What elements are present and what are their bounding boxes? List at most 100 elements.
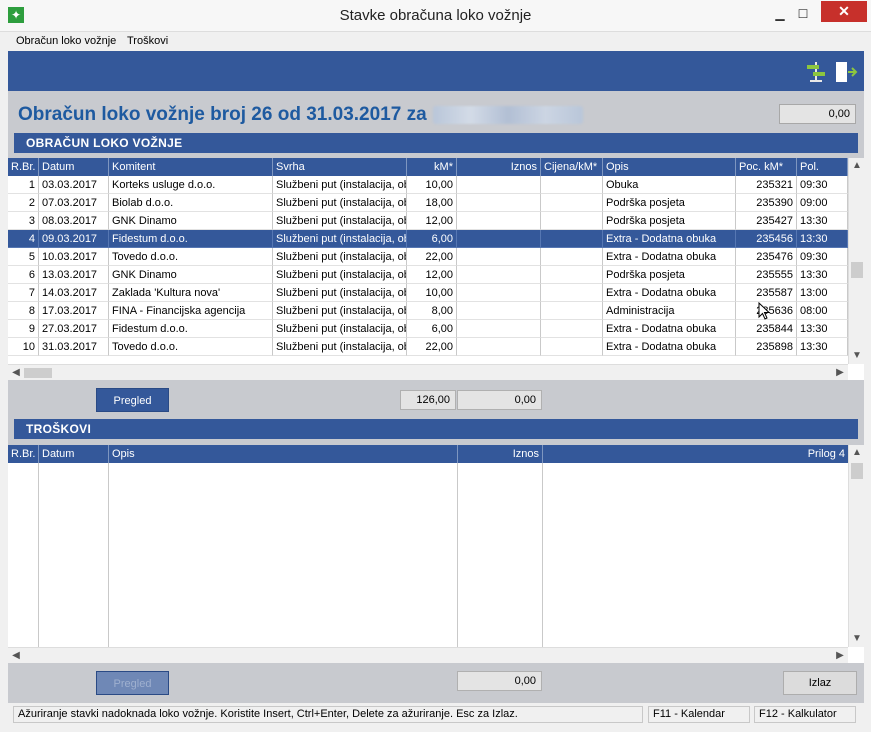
- status-f12[interactable]: F12 - Kalkulator: [754, 706, 856, 723]
- cell-cijena[interactable]: [541, 176, 603, 194]
- cell-opis[interactable]: Extra - Dodatna obuka: [603, 284, 736, 302]
- cell-iznos[interactable]: [457, 248, 541, 266]
- cell-rbr[interactable]: 5: [8, 248, 39, 266]
- cell-datum[interactable]: 07.03.2017: [39, 194, 109, 212]
- troskovi-hscroll[interactable]: ◀ ▶: [8, 647, 848, 663]
- cell-cijena[interactable]: [541, 284, 603, 302]
- maximize-icon[interactable]: ☐: [793, 4, 813, 24]
- table-row[interactable]: 2 07.03.2017 Biolab d.o.o. Službeni put (in…: [8, 194, 848, 212]
- cell-svrha[interactable]: Službeni put (instalacija, obu: [273, 176, 407, 194]
- table-row[interactable]: 10 31.03.2017 Tovedo d.o.o. Službeni put (i…: [8, 338, 848, 356]
- cell-svrha[interactable]: Službeni put (instalacija, obu: [273, 248, 407, 266]
- cell-rbr[interactable]: 10: [8, 338, 39, 356]
- cell-svrha[interactable]: Službeni put (instalacija, obu: [273, 302, 407, 320]
- cell-iznos[interactable]: [457, 212, 541, 230]
- col2-iznos[interactable]: Iznos: [458, 445, 543, 463]
- cell-komitent[interactable]: Fidestum d.o.o.: [109, 320, 273, 338]
- cell-rbr[interactable]: 6: [8, 266, 39, 284]
- cell-rbr[interactable]: 9: [8, 320, 39, 338]
- pregled-troskovi-button[interactable]: Pregled: [96, 671, 169, 695]
- col-iznos[interactable]: Iznos: [457, 158, 541, 176]
- cell-km[interactable]: 8,00: [407, 302, 457, 320]
- scroll-up-icon[interactable]: ▲: [849, 158, 864, 174]
- cell-svrha[interactable]: Službeni put (instalacija, obu: [273, 266, 407, 284]
- cell-iznos[interactable]: [457, 320, 541, 338]
- col-rbr[interactable]: R.Br.: [8, 158, 39, 176]
- minimize-icon[interactable]: ▁: [770, 4, 790, 24]
- table-row[interactable]: 7 14.03.2017 Zaklada 'Kultura nova' Služben…: [8, 284, 848, 302]
- cell-poc-km[interactable]: 235898: [736, 338, 797, 356]
- obracun-hscroll-thumb[interactable]: [24, 368, 52, 378]
- cell-datum[interactable]: 27.03.2017: [39, 320, 109, 338]
- cell-datum[interactable]: 10.03.2017: [39, 248, 109, 266]
- cell-poc-km[interactable]: 235456: [736, 230, 797, 248]
- cell-pol[interactable]: 13:30: [797, 338, 848, 356]
- cell-cijena[interactable]: [541, 212, 603, 230]
- cell-rbr[interactable]: 2: [8, 194, 39, 212]
- cell-datum[interactable]: 31.03.2017: [39, 338, 109, 356]
- cell-poc-km[interactable]: 235844: [736, 320, 797, 338]
- cell-pol[interactable]: 08:00: [797, 302, 848, 320]
- cell-pol[interactable]: 09:00: [797, 194, 848, 212]
- troskovi-vscroll[interactable]: ▲ ▼: [848, 445, 864, 647]
- scroll-right-icon[interactable]: ▶: [832, 365, 848, 380]
- cell-opis[interactable]: Extra - Dodatna obuka: [603, 248, 736, 266]
- obracun-hscroll[interactable]: ◀ ▶: [8, 364, 848, 380]
- col-poc-km[interactable]: Poc. kM*: [736, 158, 797, 176]
- cell-opis[interactable]: Extra - Dodatna obuka: [603, 338, 736, 356]
- table-row[interactable]: 1 03.03.2017 Korteks usluge d.o.o. Službeni…: [8, 176, 848, 194]
- cell-km[interactable]: 6,00: [407, 320, 457, 338]
- cell-datum[interactable]: 17.03.2017: [39, 302, 109, 320]
- table-row[interactable]: 8 17.03.2017 FINA - Financijska agencija Sl…: [8, 302, 848, 320]
- cell-komitent[interactable]: GNK Dinamo: [109, 266, 273, 284]
- col2-prilog[interactable]: Prilog 4: [543, 445, 848, 463]
- cell-cijena[interactable]: [541, 320, 603, 338]
- scroll-right-icon[interactable]: ▶: [832, 648, 848, 663]
- cell-pol[interactable]: 13:30: [797, 320, 848, 338]
- cell-km[interactable]: 10,00: [407, 284, 457, 302]
- cell-svrha[interactable]: Službeni put (instalacija, obu: [273, 230, 407, 248]
- cell-opis[interactable]: Extra - Dodatna obuka: [603, 230, 736, 248]
- cell-cijena[interactable]: [541, 338, 603, 356]
- col-opis[interactable]: Opis: [603, 158, 736, 176]
- menu-obracun[interactable]: Obračun loko vožnje: [16, 35, 116, 47]
- troskovi-grid[interactable]: R.Br. Datum Opis Iznos Prilog 4 ▲ ▼ ◀ ▶: [8, 445, 864, 663]
- cell-cijena[interactable]: [541, 230, 603, 248]
- cell-iznos[interactable]: [457, 302, 541, 320]
- col-svrha[interactable]: Svrha: [273, 158, 407, 176]
- col2-datum[interactable]: Datum: [39, 445, 109, 463]
- cell-svrha[interactable]: Službeni put (instalacija, obu: [273, 320, 407, 338]
- cell-iznos[interactable]: [457, 284, 541, 302]
- cell-komitent[interactable]: Zaklada 'Kultura nova': [109, 284, 273, 302]
- cell-km[interactable]: 10,00: [407, 176, 457, 194]
- cell-pol[interactable]: 09:30: [797, 176, 848, 194]
- cell-cijena[interactable]: [541, 194, 603, 212]
- cell-poc-km[interactable]: 235427: [736, 212, 797, 230]
- cell-opis[interactable]: Administracija: [603, 302, 736, 320]
- cell-opis[interactable]: Podrška posjeta: [603, 266, 736, 284]
- cell-rbr[interactable]: 4: [8, 230, 39, 248]
- menu-troskovi[interactable]: Troškovi: [127, 35, 168, 47]
- cell-iznos[interactable]: [457, 176, 541, 194]
- table-row[interactable]: 4 09.03.2017 Fidestum d.o.o. Službeni put (…: [8, 230, 848, 248]
- col2-rbr[interactable]: R.Br.: [8, 445, 39, 463]
- close-icon[interactable]: ✕: [821, 1, 867, 22]
- pregled-button[interactable]: Pregled: [96, 388, 169, 412]
- cell-svrha[interactable]: Službeni put (instalacija, obu: [273, 194, 407, 212]
- obracun-vscroll[interactable]: ▲ ▼: [848, 158, 864, 364]
- cell-svrha[interactable]: Službeni put (instalacija, obu: [273, 338, 407, 356]
- cell-poc-km[interactable]: 235476: [736, 248, 797, 266]
- scroll-down-icon[interactable]: ▼: [849, 631, 864, 647]
- obracun-grid[interactable]: R.Br. Datum Komitent Svrha kM* Iznos Cij…: [8, 158, 864, 380]
- cell-iznos[interactable]: [457, 338, 541, 356]
- col-datum[interactable]: Datum: [39, 158, 109, 176]
- cell-opis[interactable]: Extra - Dodatna obuka: [603, 320, 736, 338]
- cell-pol[interactable]: 09:30: [797, 248, 848, 266]
- cell-rbr[interactable]: 7: [8, 284, 39, 302]
- cell-opis[interactable]: Podrška posjeta: [603, 212, 736, 230]
- cell-poc-km[interactable]: 235587: [736, 284, 797, 302]
- cell-komitent[interactable]: Tovedo d.o.o.: [109, 248, 273, 266]
- cell-km[interactable]: 22,00: [407, 248, 457, 266]
- exit-door-icon[interactable]: [834, 61, 858, 83]
- cell-iznos[interactable]: [457, 266, 541, 284]
